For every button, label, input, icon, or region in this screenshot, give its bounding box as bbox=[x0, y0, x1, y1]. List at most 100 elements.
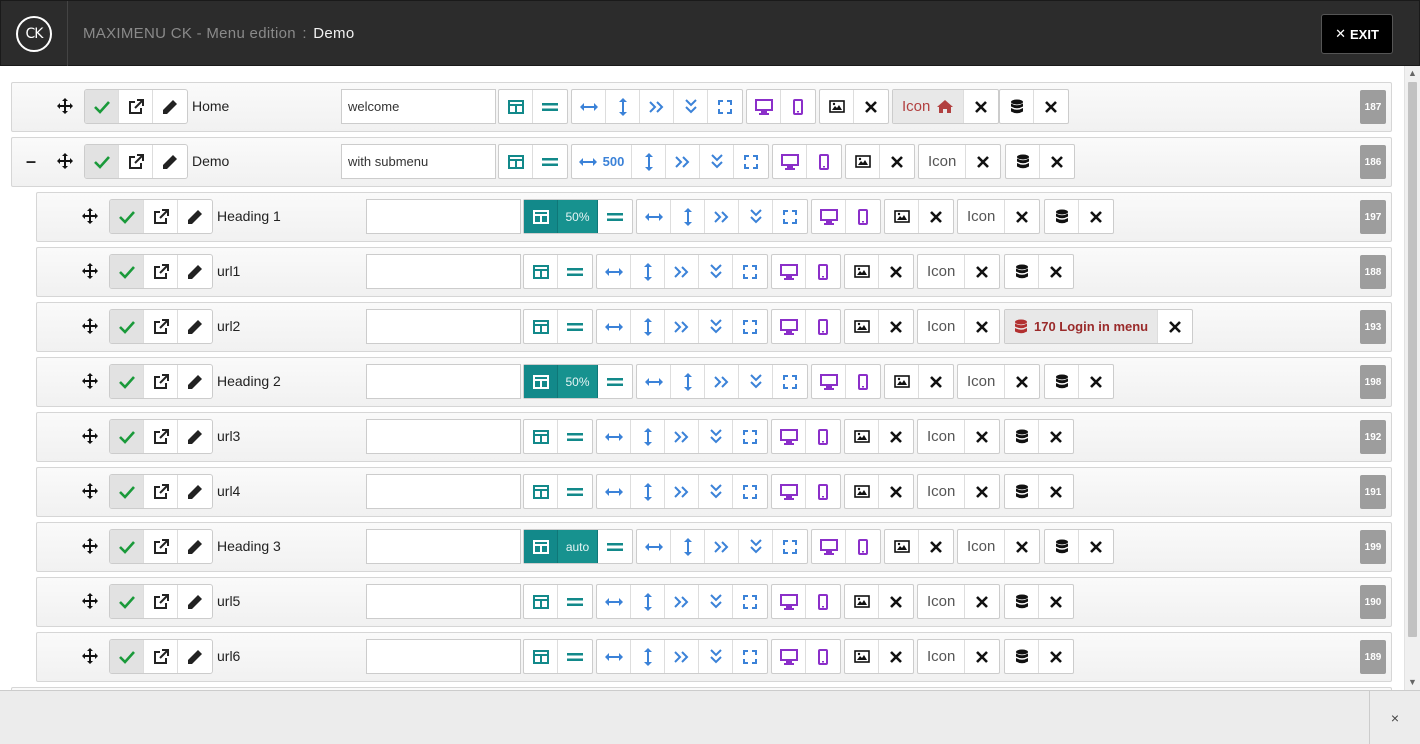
icon-picker-button[interactable]: Icon bbox=[918, 420, 966, 453]
remove-image-button[interactable] bbox=[879, 255, 913, 288]
column-toggle-button[interactable] bbox=[524, 585, 558, 618]
remove-module-button[interactable] bbox=[1039, 475, 1073, 508]
desktop-toggle-button[interactable] bbox=[812, 365, 846, 398]
submenu-down-button[interactable] bbox=[699, 585, 733, 618]
width-button[interactable] bbox=[597, 420, 631, 453]
remove-module-button[interactable] bbox=[1079, 200, 1113, 233]
new-row-button[interactable] bbox=[598, 365, 632, 398]
publish-toggle-button[interactable] bbox=[110, 200, 144, 233]
desktop-toggle-button[interactable] bbox=[772, 310, 806, 343]
icon-picker-button[interactable]: Icon bbox=[918, 310, 966, 343]
edit-item-button[interactable] bbox=[178, 530, 212, 563]
desktop-toggle-button[interactable] bbox=[772, 475, 806, 508]
edit-item-button[interactable] bbox=[178, 420, 212, 453]
remove-module-button[interactable] bbox=[1039, 585, 1073, 618]
drag-handle[interactable] bbox=[75, 309, 105, 343]
column-toggle-button[interactable] bbox=[524, 310, 558, 343]
mobile-toggle-button[interactable] bbox=[806, 475, 840, 508]
mobile-toggle-button[interactable] bbox=[846, 365, 880, 398]
vertical-scrollbar[interactable]: ▲ ▼ bbox=[1404, 66, 1420, 690]
submenu-down-button[interactable] bbox=[699, 475, 733, 508]
css-class-input[interactable] bbox=[366, 529, 521, 564]
desktop-toggle-button[interactable] bbox=[772, 255, 806, 288]
css-class-input[interactable] bbox=[366, 474, 521, 509]
height-button[interactable] bbox=[631, 640, 665, 673]
module-button[interactable] bbox=[1045, 200, 1079, 233]
publish-toggle-button[interactable] bbox=[85, 145, 119, 178]
fullwidth-button[interactable] bbox=[773, 530, 807, 563]
height-button[interactable] bbox=[631, 420, 665, 453]
mobile-toggle-button[interactable] bbox=[806, 310, 840, 343]
remove-module-button[interactable] bbox=[1079, 530, 1113, 563]
css-class-input[interactable]: with submenu bbox=[341, 144, 496, 179]
column-toggle-button[interactable] bbox=[524, 420, 558, 453]
fullwidth-button[interactable] bbox=[733, 255, 767, 288]
column-width-value[interactable]: auto bbox=[558, 530, 598, 563]
new-row-button[interactable] bbox=[558, 310, 592, 343]
height-button[interactable] bbox=[606, 90, 640, 123]
css-class-input[interactable] bbox=[366, 254, 521, 289]
exit-button[interactable]: ✕ EXIT bbox=[1321, 14, 1393, 54]
column-width-value[interactable]: 50% bbox=[558, 200, 598, 233]
image-button[interactable] bbox=[845, 420, 879, 453]
publish-toggle-button[interactable] bbox=[110, 585, 144, 618]
remove-image-button[interactable] bbox=[879, 475, 913, 508]
module-button[interactable] bbox=[1045, 530, 1079, 563]
new-row-button[interactable] bbox=[598, 200, 632, 233]
image-button[interactable] bbox=[845, 640, 879, 673]
submenu-down-button[interactable] bbox=[739, 365, 773, 398]
publish-toggle-button[interactable] bbox=[110, 530, 144, 563]
edit-item-button[interactable] bbox=[178, 585, 212, 618]
open-item-button[interactable] bbox=[144, 475, 178, 508]
width-button[interactable] bbox=[597, 640, 631, 673]
width-button[interactable] bbox=[597, 310, 631, 343]
image-button[interactable] bbox=[845, 475, 879, 508]
remove-module-button[interactable] bbox=[1039, 420, 1073, 453]
drag-handle[interactable] bbox=[75, 639, 105, 673]
column-toggle-button[interactable] bbox=[524, 200, 558, 233]
new-row-button[interactable] bbox=[558, 420, 592, 453]
module-button[interactable] bbox=[1000, 90, 1034, 123]
open-item-button[interactable] bbox=[144, 255, 178, 288]
module-button[interactable] bbox=[1005, 420, 1039, 453]
module-button[interactable] bbox=[1005, 640, 1039, 673]
remove-icon-button[interactable] bbox=[965, 310, 999, 343]
new-row-button[interactable] bbox=[533, 145, 567, 178]
open-item-button[interactable] bbox=[144, 420, 178, 453]
edit-item-button[interactable] bbox=[178, 255, 212, 288]
open-item-button[interactable] bbox=[144, 530, 178, 563]
image-button[interactable] bbox=[820, 90, 854, 123]
publish-toggle-button[interactable] bbox=[110, 365, 144, 398]
open-item-button[interactable] bbox=[144, 585, 178, 618]
width-button[interactable] bbox=[637, 200, 671, 233]
publish-toggle-button[interactable] bbox=[110, 475, 144, 508]
publish-toggle-button[interactable] bbox=[85, 90, 119, 123]
submenu-left-button[interactable] bbox=[640, 90, 674, 123]
submenu-down-button[interactable] bbox=[699, 310, 733, 343]
drag-handle[interactable] bbox=[50, 144, 80, 178]
desktop-toggle-button[interactable] bbox=[747, 90, 781, 123]
desktop-toggle-button[interactable] bbox=[812, 200, 846, 233]
submenu-left-button[interactable] bbox=[665, 585, 699, 618]
new-row-button[interactable] bbox=[558, 640, 592, 673]
submenu-down-button[interactable] bbox=[700, 145, 734, 178]
css-class-input[interactable]: welcome bbox=[341, 89, 496, 124]
submenu-left-button[interactable] bbox=[665, 475, 699, 508]
desktop-toggle-button[interactable] bbox=[812, 530, 846, 563]
remove-module-button[interactable] bbox=[1158, 310, 1192, 343]
remove-image-button[interactable] bbox=[919, 200, 953, 233]
fullwidth-button[interactable] bbox=[733, 640, 767, 673]
publish-toggle-button[interactable] bbox=[110, 310, 144, 343]
fullwidth-button[interactable] bbox=[733, 475, 767, 508]
icon-picker-button[interactable]: Icon bbox=[958, 200, 1006, 233]
scroll-up-icon[interactable]: ▲ bbox=[1405, 66, 1420, 81]
width-button[interactable]: 500 bbox=[572, 145, 632, 178]
remove-icon-button[interactable] bbox=[965, 475, 999, 508]
submenu-down-button[interactable] bbox=[674, 90, 708, 123]
module-button[interactable] bbox=[1005, 255, 1039, 288]
column-toggle-button[interactable] bbox=[499, 145, 533, 178]
image-button[interactable] bbox=[845, 310, 879, 343]
height-button[interactable] bbox=[671, 200, 705, 233]
css-class-input[interactable] bbox=[366, 364, 521, 399]
edit-item-button[interactable] bbox=[178, 200, 212, 233]
